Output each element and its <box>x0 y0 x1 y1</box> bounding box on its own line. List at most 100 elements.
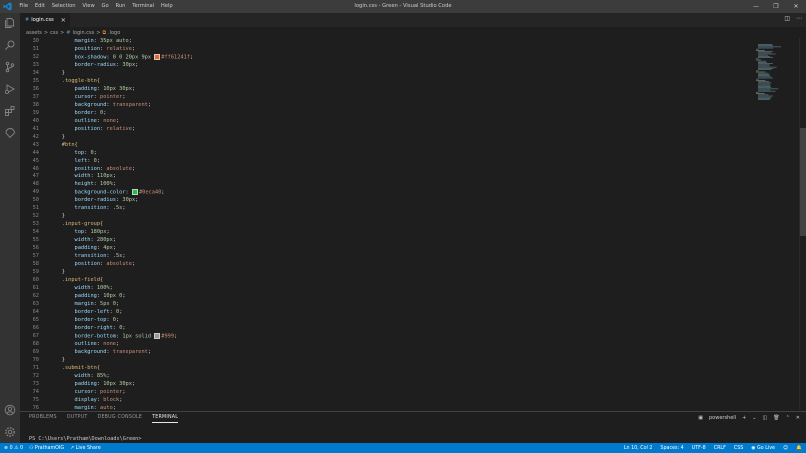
menu-help[interactable]: Help <box>158 0 177 13</box>
code-line[interactable]: 69 background: transparent; <box>20 349 750 357</box>
code-line[interactable]: 43 #btn{ <box>20 142 750 150</box>
menu-terminal[interactable]: Terminal <box>129 0 158 13</box>
split-terminal-icon[interactable]: ◫ <box>763 415 768 421</box>
code-line[interactable]: 74 cursor: pointer; <box>20 389 750 397</box>
menu-view[interactable]: View <box>79 0 98 13</box>
code-line[interactable]: 76 margin: auto; <box>20 405 750 410</box>
tab-debug-console[interactable]: DEBUG CONSOLE <box>98 415 143 423</box>
breadcrumb-css[interactable]: css <box>50 30 58 36</box>
close-panel-icon[interactable]: ✕ <box>796 415 800 421</box>
account-icon[interactable] <box>4 404 16 416</box>
code-line[interactable]: 65 border-top: 0; <box>20 317 750 325</box>
code-line[interactable]: 57 transition: .5s; <box>20 253 750 261</box>
problems-indicator[interactable]: ⊗ 0 ⚠ 0 <box>4 446 23 451</box>
code-line[interactable]: 66 border-right: 0; <box>20 325 750 333</box>
shell-name[interactable]: powershell <box>709 415 736 421</box>
code-line[interactable]: 54 top: 180px; <box>20 229 750 237</box>
code-line[interactable]: 56 padding: 4px; <box>20 245 750 253</box>
settings-gear-icon[interactable] <box>4 426 16 438</box>
extensions-icon[interactable] <box>4 105 16 117</box>
code-line[interactable]: 63 margin: 5px 0; <box>20 301 750 309</box>
tab-output[interactable]: OUTPUT <box>67 415 88 423</box>
color-swatch[interactable] <box>154 332 161 339</box>
menu-run[interactable]: Run <box>112 0 129 13</box>
code-line[interactable]: 70 } <box>20 357 750 365</box>
feedback-icon[interactable]: ☺ <box>783 446 788 451</box>
color-swatch[interactable] <box>131 189 138 196</box>
vscode-logo-icon[interactable] <box>3 2 12 11</box>
minimap[interactable] <box>752 38 798 410</box>
editor-scrollbar-thumb[interactable] <box>800 128 806 236</box>
code-line[interactable]: 68 outline: none; <box>20 341 750 349</box>
terminal-prompt[interactable]: PS C:\Users\Pratham\Downloads\Green> <box>29 436 141 442</box>
more-actions-icon[interactable]: ⋯ <box>796 15 802 22</box>
end-of-line[interactable]: CRLF <box>714 446 726 451</box>
live-share-button[interactable]: ↗ Live Share <box>70 446 101 451</box>
chevron-down-icon[interactable]: ⌄ <box>752 415 756 421</box>
code-line[interactable]: 75 display: block; <box>20 397 750 405</box>
trash-icon[interactable]: 🗑 <box>773 415 779 421</box>
search-icon[interactable] <box>4 39 16 51</box>
source-control-icon[interactable] <box>4 61 16 73</box>
indentation[interactable]: Spaces: 4 <box>660 446 683 451</box>
minimize-button[interactable]: — <box>746 0 766 13</box>
breadcrumb-symbol[interactable]: .logo <box>108 30 120 36</box>
cursor-position[interactable]: Ln 10, Col 2 <box>624 446 653 451</box>
new-terminal-icon[interactable]: + <box>742 415 746 421</box>
go-live-button[interactable]: ◉ Go Live <box>751 446 775 451</box>
code-line[interactable]: 53 .input-group{ <box>20 221 750 229</box>
tab-login-css[interactable]: # login.css ✕ <box>20 13 70 27</box>
code-line[interactable]: 41 position: relative; <box>20 126 750 134</box>
code-line[interactable]: 51 transition: .5s; <box>20 205 750 213</box>
split-editor-icon[interactable]: ◫ <box>784 15 790 22</box>
code-line[interactable]: 46 position: absolute; <box>20 166 750 174</box>
breadcrumb-assets[interactable]: assets <box>26 30 42 36</box>
restore-button[interactable]: ❐ <box>766 0 786 13</box>
code-line[interactable]: 39 border: 0; <box>20 110 750 118</box>
code-line[interactable]: 38 background: transparent; <box>20 102 750 110</box>
language-mode[interactable]: CSS <box>734 446 743 451</box>
code-line[interactable]: 60 .input-field{ <box>20 277 750 285</box>
breadcrumb-file[interactable]: login.css <box>73 30 95 36</box>
account-indicator[interactable]: ⚇ PrathamOIG <box>29 446 64 451</box>
code-line[interactable]: 49 background-color: #0eca40; <box>20 189 750 197</box>
code-line[interactable]: 55 width: 280px; <box>20 237 750 245</box>
code-line[interactable]: 58 position: absolute; <box>20 261 750 269</box>
code-line[interactable]: 62 padding: 10px 0; <box>20 293 750 301</box>
menu-edit[interactable]: Edit <box>31 0 48 13</box>
notifications-bell-icon[interactable]: 🔔 <box>796 446 802 451</box>
close-tab-icon[interactable]: ✕ <box>61 17 66 24</box>
color-swatch[interactable] <box>154 53 161 60</box>
code-line[interactable]: 31 position: relative; <box>20 46 750 54</box>
code-line[interactable]: 71 .submit-btn{ <box>20 365 750 373</box>
tab-terminal[interactable]: TERMINAL <box>152 415 179 423</box>
code-line[interactable]: 50 border-radius: 30px; <box>20 197 750 205</box>
code-line[interactable]: 32 box-shadow: 0 0 20px 9px #ff61241f; <box>20 53 750 62</box>
code-line[interactable]: 72 width: 85%; <box>20 373 750 381</box>
maximize-panel-icon[interactable]: ⌃ <box>786 415 790 421</box>
code-line[interactable]: 73 padding: 10px 30px; <box>20 381 750 389</box>
code-line[interactable]: 45 left: 0; <box>20 158 750 166</box>
code-editor[interactable]: 30 margin: 35px auto; 31 position: relati… <box>20 38 750 410</box>
encoding[interactable]: UTF-8 <box>692 446 706 451</box>
code-line[interactable]: 33 border-radius: 30px; <box>20 62 750 70</box>
code-line[interactable]: 59 } <box>20 269 750 277</box>
code-line[interactable]: 34 } <box>20 70 750 78</box>
code-line[interactable]: 35 .toggle-btn{ <box>20 78 750 86</box>
code-line[interactable]: 42 } <box>20 134 750 142</box>
code-line[interactable]: 67 border-bottom: 1px solid #999; <box>20 332 750 341</box>
close-window-button[interactable]: ✕ <box>786 0 806 13</box>
code-line[interactable]: 30 margin: 35px auto; <box>20 38 750 46</box>
code-line[interactable]: 52 } <box>20 213 750 221</box>
code-line[interactable]: 64 border-left: 0; <box>20 309 750 317</box>
code-line[interactable]: 44 top: 0; <box>20 150 750 158</box>
code-line[interactable]: 40 outline: none; <box>20 118 750 126</box>
explorer-icon[interactable] <box>4 17 16 29</box>
remote-explorer-icon[interactable] <box>4 127 16 139</box>
menu-selection[interactable]: Selection <box>48 0 79 13</box>
code-line[interactable]: 36 padding: 10px 30px; <box>20 86 750 94</box>
code-line[interactable]: 61 width: 100%; <box>20 285 750 293</box>
menu-file[interactable]: File <box>16 0 31 13</box>
run-debug-icon[interactable] <box>4 83 16 95</box>
menu-go[interactable]: Go <box>98 0 112 13</box>
